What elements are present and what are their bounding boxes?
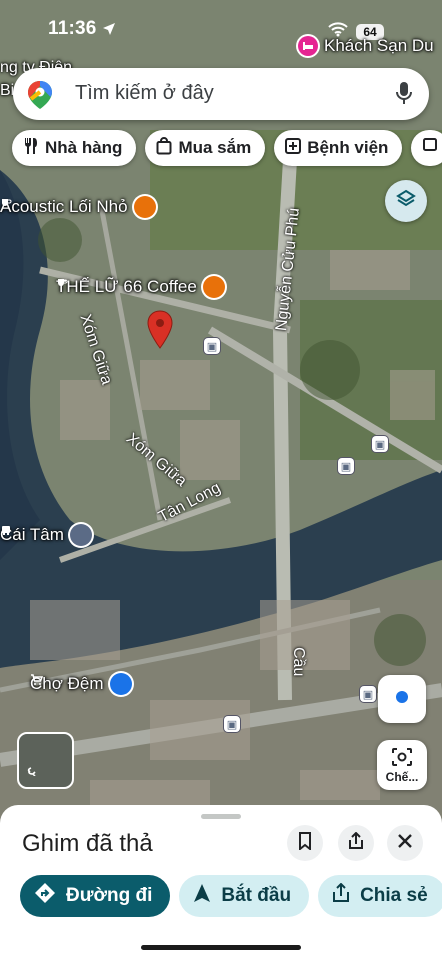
directions-button[interactable]: Đường đi	[20, 875, 171, 917]
poi-label: THẾ LỮ 66 Coffee	[56, 277, 197, 296]
close-icon	[398, 833, 412, 853]
chip-more[interactable]	[411, 130, 442, 166]
chip-label: Nhà hàng	[45, 138, 123, 157]
share-label: Chia sẻ	[360, 885, 428, 906]
start-label: Bắt đầu	[221, 885, 292, 906]
layers-button[interactable]	[385, 180, 427, 222]
poi-acoustic[interactable]: Acoustic Lối Nhỏ	[0, 196, 156, 218]
street-label-cau: Cầu	[290, 647, 307, 677]
hotel-icon	[298, 36, 318, 56]
bottom-sheet[interactable]: Ghim đã thả Đường đi Bắt đầu Chia sẻ	[0, 805, 442, 960]
status-bar: 11:36 Khách Sạn Du 64	[0, 0, 442, 56]
poi-label: Khách Sạn Du	[324, 36, 434, 55]
transit-icon	[2, 524, 92, 546]
bus-stop-icon[interactable]: ▣	[372, 436, 388, 452]
sheet-drag-handle[interactable]	[201, 814, 241, 819]
hospital-icon	[285, 137, 302, 159]
chip-label: Bệnh viện	[307, 138, 389, 157]
close-button[interactable]	[387, 825, 423, 861]
poi-label: Acoustic Lối Nhỏ	[0, 197, 128, 216]
shopping-cart-icon	[31, 673, 132, 695]
share-icon	[332, 882, 350, 909]
status-time: 11:36	[48, 18, 97, 39]
chip-shopping[interactable]: Mua sắm	[145, 130, 266, 166]
bus-stop-icon[interactable]: ▣	[224, 716, 240, 732]
lens-button[interactable]: Chế...	[377, 740, 427, 790]
poi-cho-dem[interactable]: Chợ Đệm	[30, 673, 132, 695]
bus-stop-icon[interactable]: ▣	[338, 458, 354, 474]
action-row: Đường đi Bắt đầu Chia sẻ	[20, 875, 442, 917]
chip-hospitals[interactable]: Bệnh viện	[274, 130, 403, 166]
street-view-icon	[27, 763, 45, 781]
poi-cai-tam[interactable]: Cái Tâm	[0, 524, 92, 546]
bus-stop-icon[interactable]: ▣	[204, 338, 220, 354]
home-indicator	[141, 945, 301, 950]
maps-pin-logo-icon	[27, 80, 53, 115]
share-icon-button[interactable]	[338, 825, 374, 861]
save-button[interactable]	[287, 825, 323, 861]
directions-icon	[34, 882, 56, 910]
coffee-icon	[2, 196, 156, 218]
directions-label: Đường đi	[66, 885, 153, 906]
shopping-bag-icon	[156, 136, 172, 160]
chip-restaurants[interactable]: Nhà hàng	[12, 130, 137, 166]
search-input[interactable]: Tìm kiếm ở đây	[75, 82, 214, 105]
share-button[interactable]: Chia sẻ	[318, 875, 442, 917]
street-view-thumbnail[interactable]	[17, 732, 74, 789]
fork-knife-icon	[23, 137, 39, 160]
my-location-button[interactable]	[378, 675, 426, 723]
microphone-icon[interactable]	[395, 81, 413, 112]
bookmark-icon	[298, 831, 312, 855]
share-icon	[348, 831, 364, 855]
start-button[interactable]: Bắt đầu	[179, 875, 310, 917]
sheet-title: Ghim đã thả	[22, 830, 153, 857]
category-chips: Nhà hàng Mua sắm Bệnh viện	[12, 130, 442, 166]
poi-the-lu-coffee[interactable]: THẾ LỮ 66 Coffee	[56, 276, 225, 298]
chip-label: Mua sắm	[178, 138, 252, 157]
location-arrow-icon	[102, 22, 116, 41]
lens-label: Chế...	[385, 769, 419, 784]
more-category-icon	[423, 137, 438, 159]
search-bar[interactable]: Tìm kiếm ở đây	[13, 68, 429, 120]
camera-lens-icon	[391, 747, 413, 770]
navigation-arrow-icon	[193, 883, 211, 909]
bus-stop-icon[interactable]: ▣	[360, 686, 376, 702]
my-location-icon	[395, 690, 409, 709]
layers-icon	[395, 188, 417, 215]
coffee-icon	[58, 276, 225, 298]
poi-hotel[interactable]: Khách Sạn Du	[298, 36, 434, 56]
